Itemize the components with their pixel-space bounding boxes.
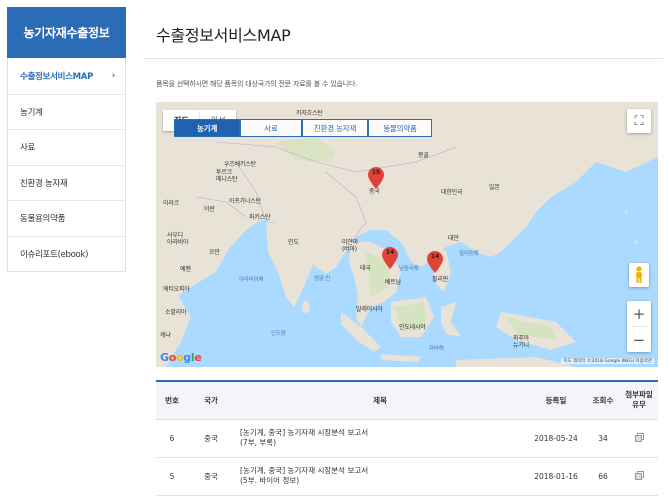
map-label: 베트남 [385,279,401,286]
sidebar-item-label: 농기계 [20,107,43,118]
row-title-link[interactable]: [농기계, 중국] 농기자재 시장분석 보고서 (7부, 부록) [234,419,526,458]
fullscreen-icon: ⛶ [634,113,644,129]
map-label: 대만 [448,235,459,242]
sidebar-item-feed[interactable]: 사료 [8,129,125,165]
sidebar-item-export-map[interactable]: 수출정보서비스MAP › [8,58,125,94]
map-pin-philippines[interactable]: 14 [427,251,443,273]
attachment-document-icon [634,432,644,442]
sidebar-item-machinery[interactable]: 농기계 [8,93,125,130]
row-title-link[interactable]: [농기계, 중국] 농기자재 시장분석 보고서 (5부. 바이어 정보) [234,457,526,496]
map-label: 태국 [360,265,371,272]
street-view-button[interactable] [629,263,649,287]
row-views: 34 [586,419,620,458]
fullscreen-button[interactable]: ⛶ [627,109,651,133]
map-label: 오만 [209,249,220,256]
zoom-control: + − [627,301,651,352]
map-label: 소말리아 [165,309,187,316]
map-label: 사우디 아라비아 [167,232,189,246]
map-label: 에티오피아 [163,286,190,293]
map-label: 예멘 [180,266,191,273]
row-title-line: (7부, 부록) [240,438,277,447]
col-views: 조회수 [586,380,620,420]
tab-eco-materials[interactable]: 친환경 농자재 [302,119,368,137]
row-date: 2018-05-24 [526,419,586,458]
map-label: 인도네시아 [399,324,426,331]
map-label: 아프가니스탄 [229,198,261,205]
map-label: 이라크 [163,200,179,207]
map-label: 케냐 [160,332,171,339]
zoom-out-button[interactable]: − [627,327,651,352]
row-title-line: [농기계, 중국] 농기자재 시장분석 보고서 [240,466,369,475]
row-country: 중국 [188,457,234,496]
map-label: 일본 [489,184,500,191]
pegman-icon [636,266,642,283]
map-label: 몽골 [418,152,429,159]
col-country: 국가 [188,380,234,420]
table-row[interactable]: 6 중국 [농기계, 중국] 농기자재 시장분석 보고서 (7부, 부록) 20… [156,419,658,458]
row-title-line: [농기계, 중국] 농기자재 시장분석 보고서 [240,428,369,437]
map-label: 인도양 [271,331,286,337]
tab-veterinary[interactable]: 동물의약품 [368,119,432,137]
map-label: 필리핀해 [459,251,479,257]
sidebar-item-label: 수출정보서비스MAP [20,71,94,82]
page-title: 수출정보서비스MAP [156,26,291,45]
sidebar-item-veterinary[interactable]: 동물용의약품 [8,200,125,236]
map-label: 남중국해 [399,266,419,272]
table-row[interactable]: 5 중국 [농기계, 중국] 농기자재 시장분석 보고서 (5부. 바이어 정보… [156,457,658,496]
map-label: 우즈베키스탄 [224,161,256,168]
map-attribution[interactable]: 지도 데이터 ©2018 Google INEGI 이용약관 [561,358,654,364]
col-title: 제목 [234,380,526,420]
map-label: 대한민국 [441,189,463,196]
map-label: 파푸아 뉴기니 [513,335,529,349]
pin-count: 14 [385,249,395,256]
map-label: 투르크 메니스탄 [216,169,238,183]
map-label: 이란 [204,206,215,213]
sidebar-item-label: 동물용의약품 [20,214,66,225]
export-map[interactable]: 카자흐스탄 우즈베키스탄 투르크 메니스탄 몽골 중국 대한민국 일본 이란 아… [156,102,658,367]
google-logo[interactable]: Google [160,351,202,364]
map-label: 자바해 [429,346,444,352]
map-pin-vietnam[interactable]: 14 [382,247,398,269]
tab-machinery[interactable]: 농기계 [174,119,240,137]
map-label: 말레이시아 [356,306,383,313]
map-label: 카자흐스탄 [296,110,323,117]
zoom-in-button[interactable]: + [627,301,651,326]
sidebar-item-eco-materials[interactable]: 친환경 농자재 [8,164,125,201]
pin-count: 14 [430,253,440,260]
sidebar-title: 농기자재수출정보 [7,7,126,58]
map-label: 인도 [288,239,299,246]
row-country: 중국 [188,419,234,458]
sidebar-menu: 수출정보서비스MAP › 농기계 사료 친환경 농자재 동물용의약품 이슈리포트… [7,58,126,272]
table-header-row: 번호 국가 제목 등록일 조회수 첨부파일 유무 [156,380,658,420]
sidebar: 농기자재수출정보 수출정보서비스MAP › 농기계 사료 친환경 농자재 동물용… [7,7,126,272]
chevron-right-icon: › [111,70,116,81]
sidebar-item-label: 친환경 농자재 [20,178,68,189]
title-divider [143,58,663,59]
map-label: 파키스탄 [249,214,271,221]
col-number: 번호 [156,380,188,420]
attachment-document-icon [634,470,644,480]
report-table: 번호 국가 제목 등록일 조회수 첨부파일 유무 6 중국 [농기계, 중국] … [156,380,658,496]
col-date: 등록일 [526,380,586,420]
sidebar-item-issue-report[interactable]: 이슈리포트(ebook) [8,235,125,272]
row-views: 66 [586,457,620,496]
pin-count: 15 [371,169,381,176]
map-label: 미얀마 (버마) [342,239,358,253]
tab-feed[interactable]: 사료 [240,119,302,137]
row-attachment[interactable] [620,457,658,496]
map-label: 벵골 만 [314,276,331,282]
category-tabs: 농기계 사료 친환경 농자재 동물의약품 [174,119,432,137]
row-number: 6 [156,419,188,458]
map-label: 아라비아해 [239,277,264,283]
sidebar-item-label: 사료 [20,143,36,154]
page-description: 품목을 선택하시면 해당 품목의 대상국가의 전문 자료를 볼 수 있습니다. [156,80,358,88]
sidebar-item-label: 이슈리포트(ebook) [20,249,89,260]
col-attachment: 첨부파일 유무 [620,380,658,420]
map-label: 필리핀 [432,276,448,283]
row-number: 5 [156,457,188,496]
row-date: 2018-01-16 [526,457,586,496]
row-attachment[interactable] [620,419,658,458]
map-pin-china[interactable]: 15 [368,167,384,189]
row-title-line: (5부. 바이어 정보) [240,476,300,485]
